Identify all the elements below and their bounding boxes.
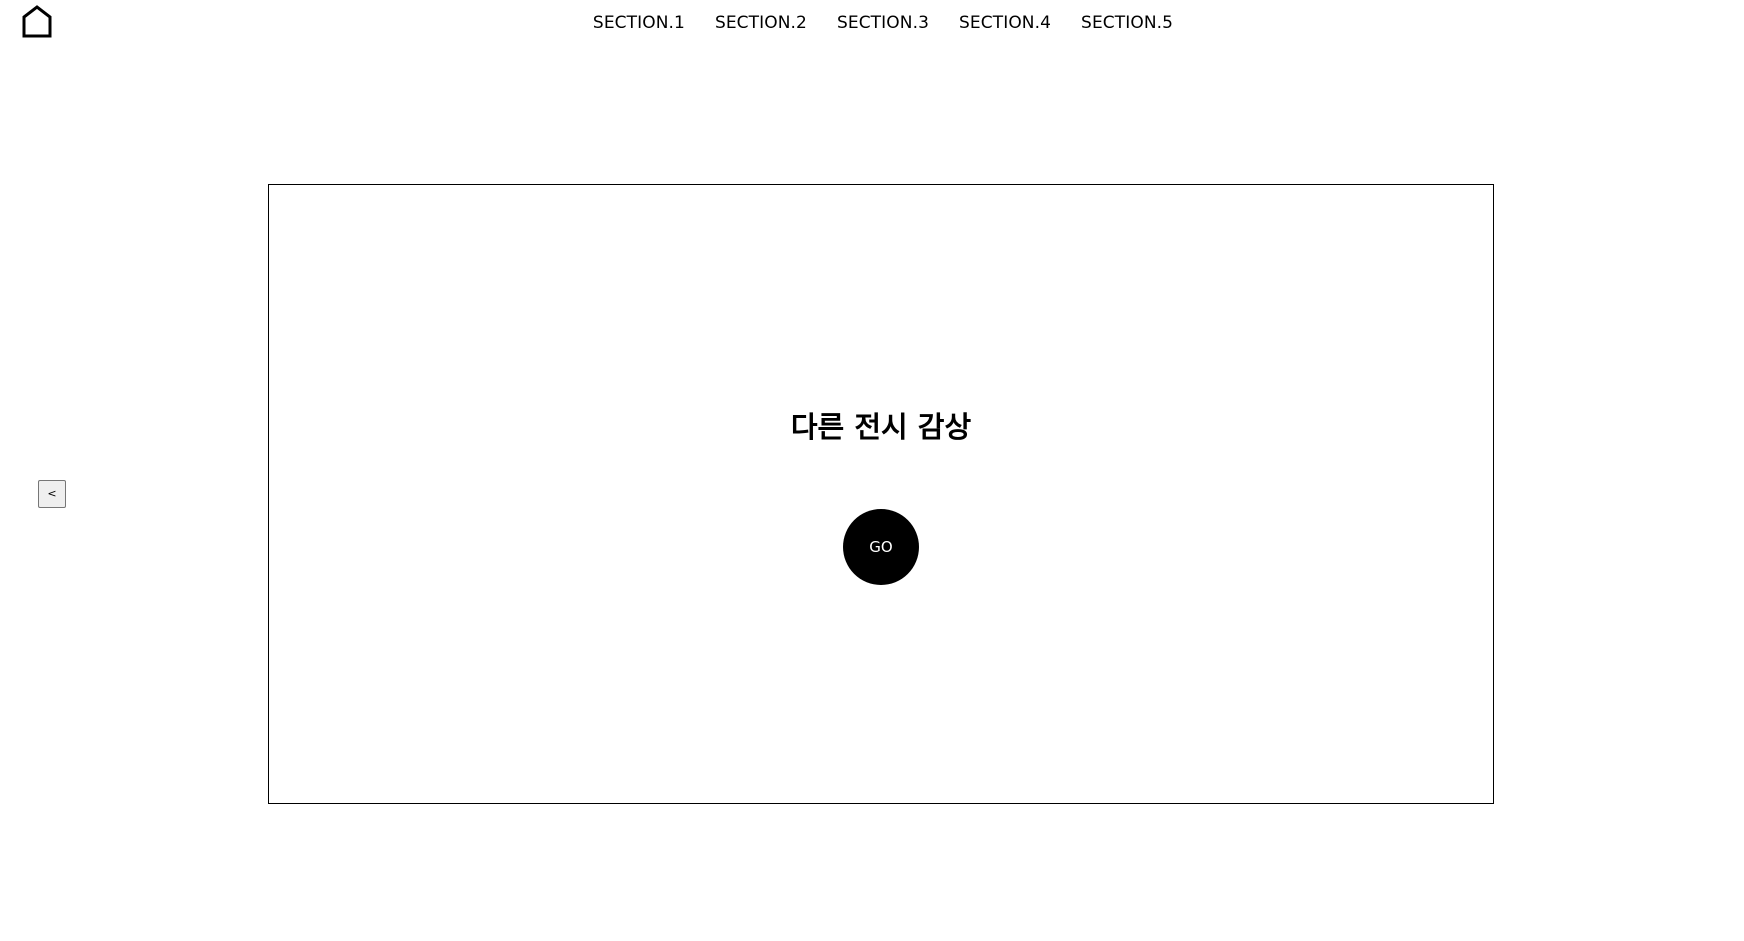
nav-section-1[interactable]: SECTION.1 — [593, 13, 685, 33]
exhibition-panel: 다른 전시 감상 GO — [268, 184, 1494, 804]
go-button[interactable]: GO — [843, 509, 919, 585]
nav-section-5[interactable]: SECTION.5 — [1081, 13, 1173, 33]
nav-section-3[interactable]: SECTION.3 — [837, 13, 929, 33]
panel-title: 다른 전시 감상 — [790, 410, 972, 444]
prev-button[interactable]: < — [38, 480, 66, 508]
nav-section-2[interactable]: SECTION.2 — [715, 13, 807, 33]
top-navigation: SECTION.1 SECTION.2 SECTION.3 SECTION.4 … — [0, 10, 1744, 36]
nav-section-4[interactable]: SECTION.4 — [959, 13, 1051, 33]
